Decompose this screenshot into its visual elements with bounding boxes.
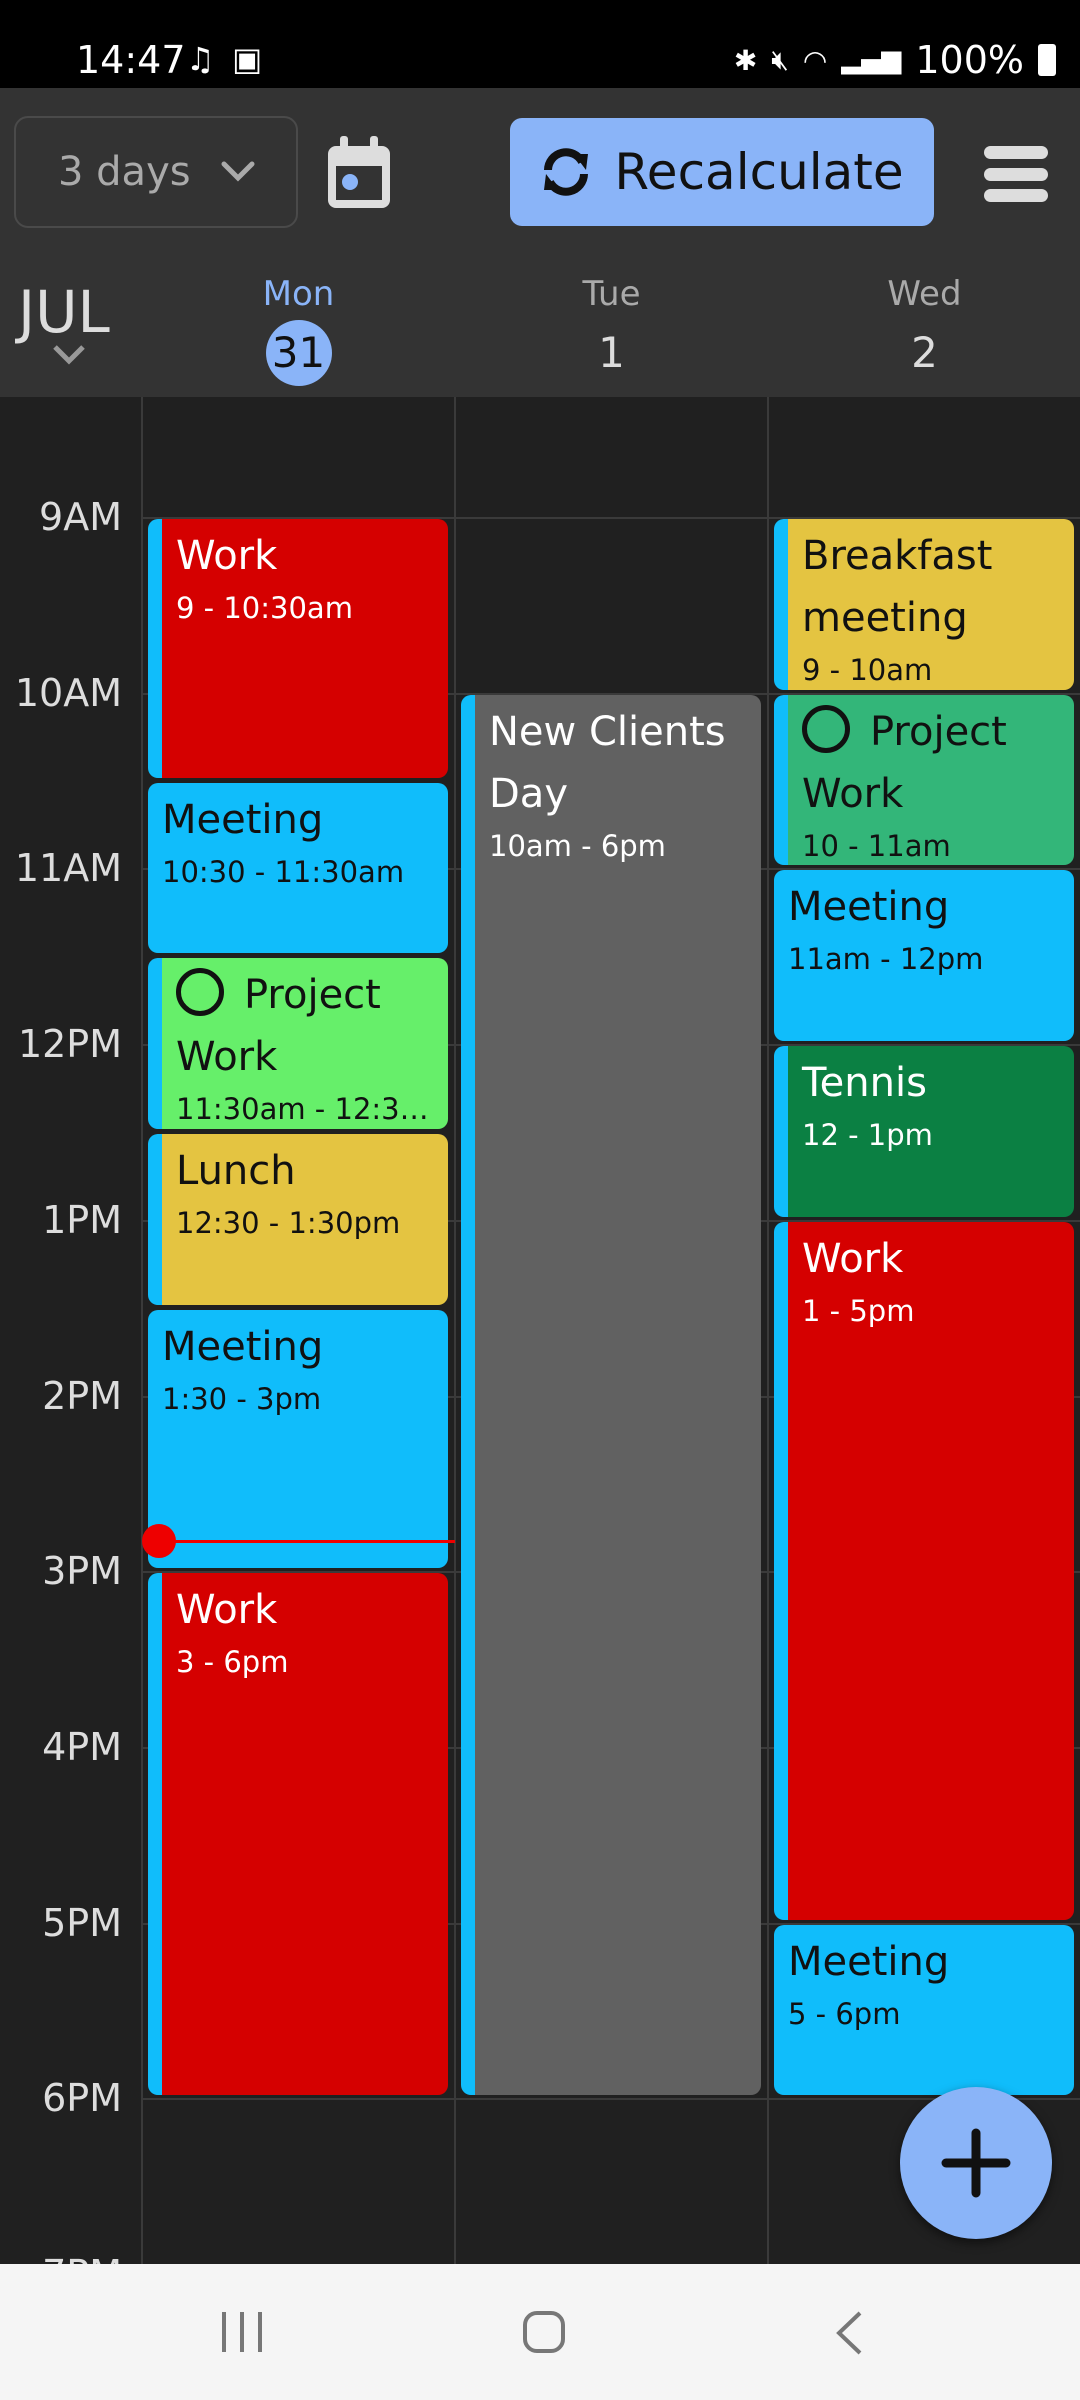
home-icon[interactable] xyxy=(522,2310,566,2354)
event-title: Breakfast meeting xyxy=(802,525,1062,649)
hour-label: 10AM xyxy=(14,670,122,715)
calendar-today-icon[interactable] xyxy=(326,136,392,210)
hour-label: 5PM xyxy=(42,1900,122,1945)
calendar-event[interactable]: Work 3 - 6pm xyxy=(148,1573,448,2096)
calendar-event[interactable]: Project Work 11:30am - 12:30pm xyxy=(148,958,448,1129)
recents-icon[interactable] xyxy=(220,2312,264,2352)
event-title: Meeting xyxy=(788,1931,1062,1993)
hour-label: 1PM xyxy=(42,1197,122,1242)
menu-icon[interactable] xyxy=(984,146,1048,202)
calendar-event[interactable]: Meeting 1:30 - 3pm xyxy=(148,1309,448,1569)
chevron-down-icon[interactable] xyxy=(52,344,86,366)
calendar-event[interactable]: Breakfast meeting 9 - 10am xyxy=(774,519,1074,690)
hour-label: 2PM xyxy=(42,1373,122,1418)
task-checkbox-icon[interactable] xyxy=(802,704,850,753)
event-title-text: Meeting xyxy=(162,796,324,843)
calendar-event[interactable]: Work 9 - 10:30am xyxy=(148,519,448,778)
calendar-event[interactable]: Project Work 10 - 11am xyxy=(774,694,1074,866)
calendar-grid[interactable]: 9AM 10AM 11AM 12PM 1PM 2PM 3PM 4PM 5PM 6PM 7PM Work… xyxy=(0,397,1080,2264)
event-time: 12:30 - 1:30pm xyxy=(176,1205,401,1240)
current-time-line xyxy=(150,1540,455,1544)
event-title-text: Work xyxy=(176,533,278,579)
event-time: 1 - 5pm xyxy=(802,1293,915,1328)
navigation-bar xyxy=(0,2264,1080,2400)
calendar-header: 3 days Recalculate JUL Mon 31 Tue 1 Wed … xyxy=(0,88,1080,397)
event-time: 10:30 - 11:30am xyxy=(162,854,405,889)
event-title: Project Work xyxy=(802,701,1062,825)
event-time: 1:30 - 3pm xyxy=(162,1381,322,1416)
event-title: Tennis xyxy=(802,1052,1062,1114)
signal-icon: ▂▄▆ xyxy=(841,45,902,75)
back-icon[interactable] xyxy=(834,2310,864,2356)
calendar-event[interactable]: Meeting 5 - 6pm xyxy=(774,1924,1074,2096)
event-time: 10am - 6pm xyxy=(489,828,666,863)
event-title-text: Work xyxy=(176,1587,278,1634)
view-selector[interactable]: 3 days xyxy=(14,116,298,228)
image-icon: ▣ xyxy=(232,40,263,78)
event-title: Work xyxy=(176,1579,436,1641)
event-time: 10 - 11am xyxy=(802,828,951,863)
event-title-text: New Clients Day xyxy=(489,708,726,817)
calendar-event[interactable]: Tennis 12 - 1pm xyxy=(774,1046,1074,1217)
hour-label: 9AM xyxy=(39,495,122,539)
event-title: Work xyxy=(802,1228,1062,1290)
hour-label: 11AM xyxy=(14,846,122,891)
event-title-text: Meeting xyxy=(162,1323,324,1370)
refresh-icon xyxy=(544,148,589,196)
event-time: 3 - 6pm xyxy=(176,1645,289,1680)
hour-label: 12PM xyxy=(17,1022,122,1067)
hour-label: 3PM xyxy=(42,1549,122,1594)
event-time: 9 - 10am xyxy=(802,653,933,687)
calendar-event[interactable]: Lunch 12:30 - 1:30pm xyxy=(148,1133,448,1305)
status-time: 14:47 xyxy=(76,38,186,82)
event-title-text: Lunch xyxy=(176,1147,296,1194)
event-title: Project Work xyxy=(176,964,436,1088)
status-bar: 14:47 ♫ ▣ ✱ 🔇︎ ◠ ▂▄▆ 100% xyxy=(0,0,1080,88)
event-title-text: Breakfast meeting xyxy=(802,533,993,641)
recalculate-label: Recalculate xyxy=(614,143,904,201)
view-selector-label: 3 days xyxy=(58,149,191,195)
day-header-tue[interactable]: Tue 1 xyxy=(455,274,768,386)
event-title: Meeting xyxy=(162,1316,436,1378)
battery-icon xyxy=(1038,44,1056,76)
hour-label: 6PM xyxy=(42,2076,122,2121)
add-event-button[interactable] xyxy=(900,2087,1052,2239)
recalculate-button[interactable]: Recalculate xyxy=(510,118,934,226)
event-time: 11am - 12pm xyxy=(788,942,984,977)
today-badge: 31 xyxy=(265,320,332,386)
day-header-wed[interactable]: Wed 2 xyxy=(768,274,1080,386)
bluetooth-icon: ✱ xyxy=(733,43,758,77)
plus-icon xyxy=(941,2128,1011,2198)
event-title-text: Meeting xyxy=(788,884,950,931)
month-selector[interactable]: JUL xyxy=(18,278,110,346)
mute-icon: 🔇︎ xyxy=(771,43,789,76)
event-title: New Clients Day xyxy=(489,701,749,825)
event-title-text: Meeting xyxy=(788,1938,950,1985)
music-lock-icon: ♫ xyxy=(186,40,215,78)
task-checkbox-icon[interactable] xyxy=(176,968,224,1017)
calendar-event[interactable]: Meeting 11am - 12pm xyxy=(774,870,1074,1042)
event-title-text: Work xyxy=(802,1235,904,1282)
hour-label: 4PM xyxy=(42,1724,122,1769)
hour-label: 7PM xyxy=(0,2252,122,2264)
calendar-event[interactable]: Meeting 10:30 - 11:30am xyxy=(148,782,448,954)
calendar-event[interactable]: Work 1 - 5pm xyxy=(774,1221,1074,1920)
event-time: 9 - 10:30am xyxy=(176,591,353,625)
calendar-event[interactable]: New Clients Day 10am - 6pm xyxy=(461,694,761,2096)
chevron-down-icon xyxy=(221,161,255,182)
event-title: Lunch xyxy=(176,1140,436,1202)
event-time: 5 - 6pm xyxy=(788,1996,901,2031)
battery-text: 100% xyxy=(915,38,1024,82)
event-title: Meeting xyxy=(788,876,1062,938)
day-header-mon[interactable]: Mon 31 xyxy=(142,274,455,386)
event-title: Meeting xyxy=(162,789,436,851)
wifi-icon: ◠ xyxy=(802,43,828,77)
event-title-text: Tennis xyxy=(802,1060,927,1107)
event-time: 12 - 1pm xyxy=(802,1118,933,1153)
event-title: Work xyxy=(176,525,436,587)
event-time: 11:30am - 12:30pm xyxy=(176,1092,436,1127)
